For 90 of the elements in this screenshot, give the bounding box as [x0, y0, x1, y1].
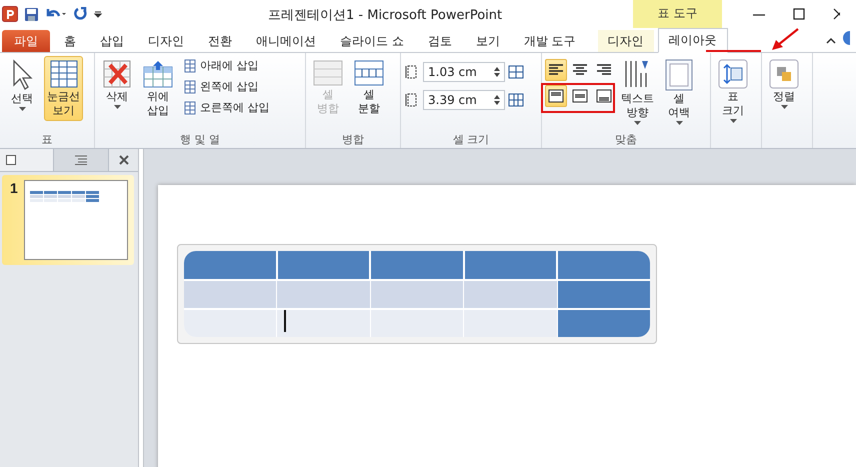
- spinner-icon: [494, 66, 500, 78]
- align-lines-icon: [548, 63, 564, 77]
- table-size-button[interactable]: 표 크기: [714, 56, 752, 126]
- window-title: 프레젠테이션1 - Microsoft PowerPoint: [268, 7, 502, 24]
- slide-icon: [6, 155, 16, 165]
- ribbon-tab[interactable]: 레이아웃: [658, 28, 728, 53]
- size-field[interactable]: 1.03 cm: [423, 62, 505, 82]
- insert-button[interactable]: 오른쪽에 삽입: [180, 98, 272, 117]
- table-grid-icon: [48, 59, 78, 89]
- align-button[interactable]: [545, 85, 567, 107]
- redo-icon[interactable]: [73, 7, 87, 21]
- cell-align-icon: [548, 89, 564, 103]
- table-delete-icon: [102, 59, 132, 89]
- dropdown-icon: [676, 121, 682, 125]
- cell-align-icon: [596, 89, 612, 103]
- contextual-group-label: 표 도구: [633, 0, 722, 28]
- ribbon-tab[interactable]: 홈: [54, 30, 86, 52]
- table-cell[interactable]: [184, 281, 276, 308]
- table-frame[interactable]: [177, 244, 657, 344]
- table-cell[interactable]: [464, 251, 556, 279]
- dropdown-icon: [780, 105, 788, 109]
- dropdown-icon: [114, 105, 120, 109]
- arrange-icon: [769, 59, 799, 89]
- cell-margins-icon: [665, 59, 693, 91]
- ribbon-tab[interactable]: 파일: [2, 30, 50, 52]
- collapse-ribbon-icon[interactable]: [826, 36, 836, 46]
- table-cell[interactable]: [464, 310, 557, 337]
- insert-button[interactable]: 아래에 삽입: [180, 56, 272, 75]
- table-cell[interactable]: [558, 281, 650, 308]
- cell-align-icon: [572, 89, 588, 103]
- insert-cells-icon: [183, 100, 197, 114]
- ribbon-tab[interactable]: 검토: [418, 30, 462, 52]
- slide-number: 1: [10, 180, 18, 198]
- text-direction-button[interactable]: 텍스트 방향: [618, 56, 657, 128]
- table-cell[interactable]: [558, 251, 650, 279]
- align-lines-icon: [572, 63, 588, 77]
- table-cell[interactable]: [464, 281, 557, 308]
- distribute-columns-icon[interactable]: [508, 92, 524, 108]
- table-cell[interactable]: [558, 310, 650, 337]
- group-label: 병합: [342, 132, 364, 148]
- table-cell[interactable]: [184, 251, 276, 279]
- ribbon-tab[interactable]: 디자인: [598, 30, 654, 52]
- annotation-underline: [706, 50, 761, 52]
- delete-button[interactable]: 삭제: [98, 56, 136, 112]
- ribbon-tab[interactable]: 보기: [466, 30, 510, 52]
- dropdown-icon: [18, 107, 26, 111]
- dropdown-icon: [634, 121, 641, 125]
- maximize-icon[interactable]: [792, 7, 806, 21]
- save-icon[interactable]: [24, 6, 39, 22]
- ribbon-tab[interactable]: 애니메이션: [246, 30, 326, 52]
- group-label: 표: [42, 132, 52, 148]
- size-field[interactable]: 3.39 cm: [423, 90, 505, 110]
- table-cell[interactable]: [277, 310, 370, 337]
- insert-cells-icon: [183, 80, 197, 94]
- ribbon-tab[interactable]: 개발 도구: [514, 30, 586, 52]
- group-label: 셀 크기: [452, 132, 490, 148]
- spinner-icon: [494, 94, 500, 106]
- align-lines-icon: [596, 63, 612, 77]
- slide-thumbnail-row[interactable]: 1: [2, 175, 134, 265]
- insert-row-icon: [143, 59, 173, 89]
- table-cell[interactable]: [371, 251, 463, 279]
- table-cells-icon: [313, 59, 343, 87]
- table-cell[interactable]: [277, 281, 370, 308]
- slides-tab[interactable]: [0, 149, 54, 171]
- insert-cells-icon: [183, 58, 197, 72]
- dropdown-icon: [730, 119, 736, 123]
- select-button[interactable]: 선택: [3, 56, 41, 114]
- ribbon-tab[interactable]: 디자인: [138, 30, 194, 52]
- insert-above-button[interactable]: 위에 삽입: [139, 56, 177, 121]
- table-cell[interactable]: [370, 281, 464, 308]
- annotation-arrow: [770, 27, 800, 51]
- cell-margins-button[interactable]: 셀 여백: [660, 56, 698, 128]
- table-cell[interactable]: [278, 251, 370, 279]
- align-button[interactable]: [545, 59, 567, 81]
- arrange-button[interactable]: 정렬: [765, 56, 803, 112]
- ribbon-tab[interactable]: 전환: [198, 30, 242, 52]
- group-label: 맞춤: [615, 132, 637, 148]
- outline-icon: [75, 155, 87, 165]
- view-gridlines-button[interactable]: 눈금선 보기: [44, 56, 83, 121]
- distribute-rows-icon[interactable]: [508, 64, 524, 80]
- text-cursor: [284, 310, 286, 332]
- split-cells-button[interactable]: 셀 분할: [350, 56, 388, 119]
- powerpoint-logo-icon[interactable]: [2, 6, 18, 22]
- table-resize-icon: [718, 59, 748, 89]
- ribbon-tab[interactable]: 삽입: [90, 30, 134, 52]
- table-cells-icon: [354, 59, 384, 87]
- group-label: 행 및 열: [180, 132, 220, 148]
- insert-button[interactable]: 왼쪽에 삽입: [180, 77, 272, 96]
- outline-tab[interactable]: [54, 149, 109, 171]
- ribbon-tab[interactable]: 슬라이드 쇼: [330, 30, 414, 52]
